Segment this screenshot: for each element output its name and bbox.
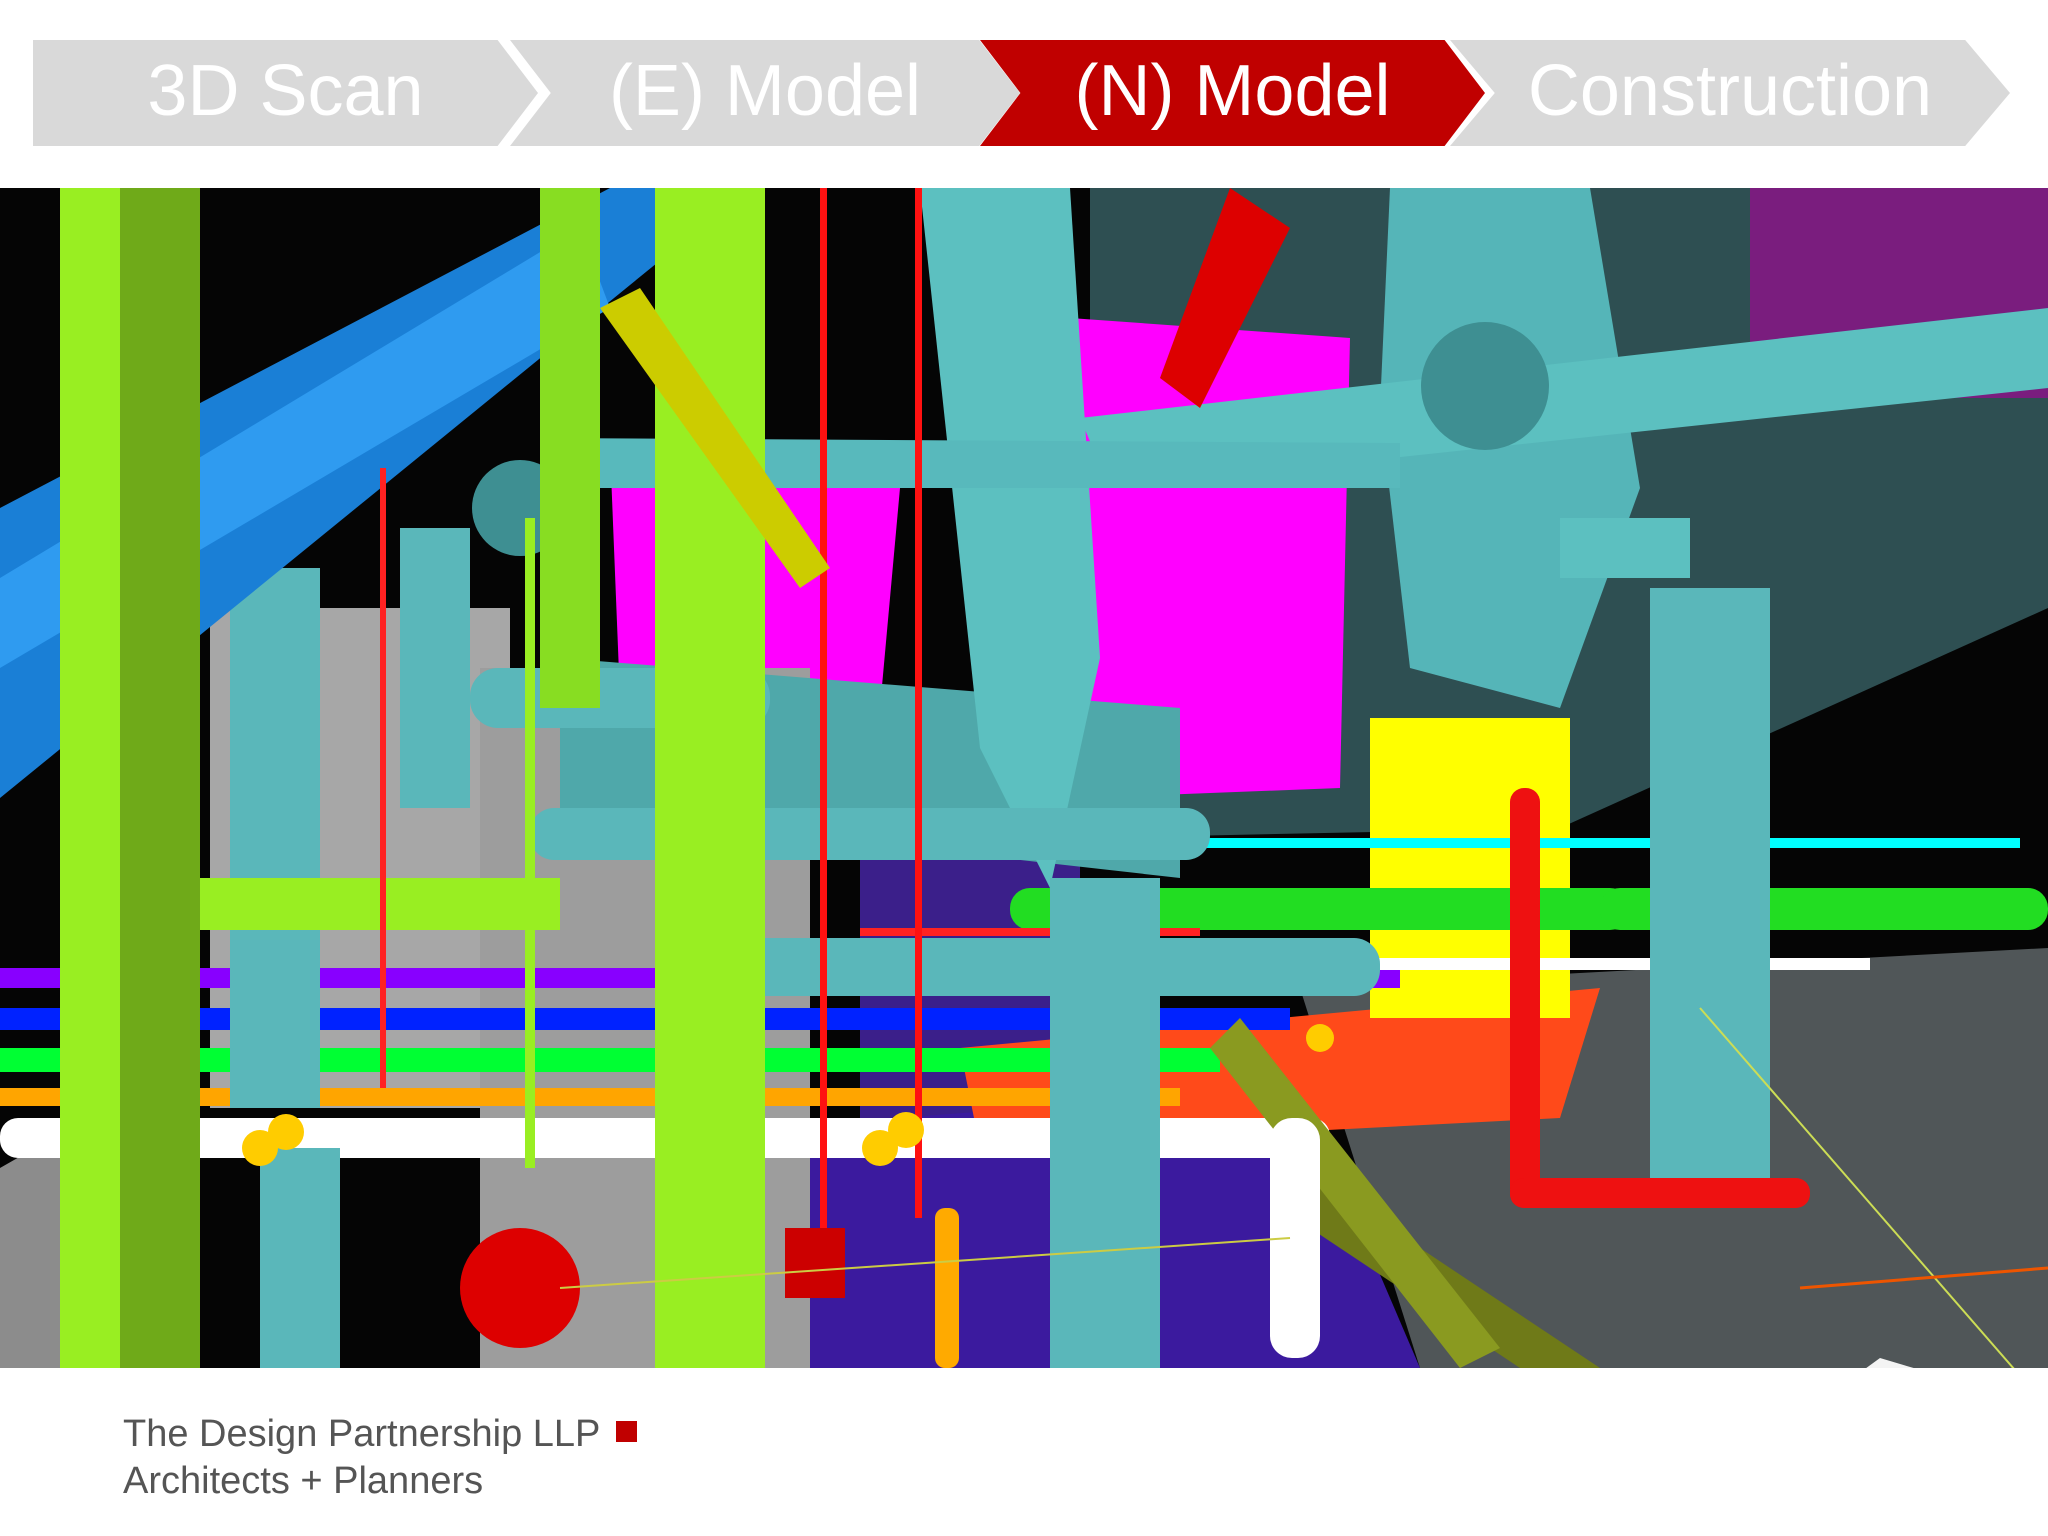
step-label: (N) Model (1074, 51, 1391, 131)
process-bar: 3D Scan (E) Model (N) Model Construction (0, 0, 2048, 190)
company-tagline: Architects + Planners (123, 1460, 484, 1502)
step-new-model: (N) Model (980, 40, 1485, 146)
bim-model-render (0, 188, 2048, 1368)
step-label: Construction (1527, 51, 1933, 131)
footer: The Design Partnership LLP Architects + … (123, 1411, 638, 1505)
step-construction: Construction (1450, 40, 2010, 146)
brand-square-icon (616, 1421, 638, 1442)
step-3d-scan: 3D Scan (33, 40, 538, 146)
company-name: The Design Partnership LLP (123, 1413, 601, 1455)
step-label: 3D Scan (147, 51, 424, 131)
company-line: The Design Partnership LLP (123, 1411, 638, 1458)
bim-model-view (0, 188, 2048, 1368)
step-label: (E) Model (608, 51, 922, 131)
step-existing-model: (E) Model (510, 40, 1020, 146)
